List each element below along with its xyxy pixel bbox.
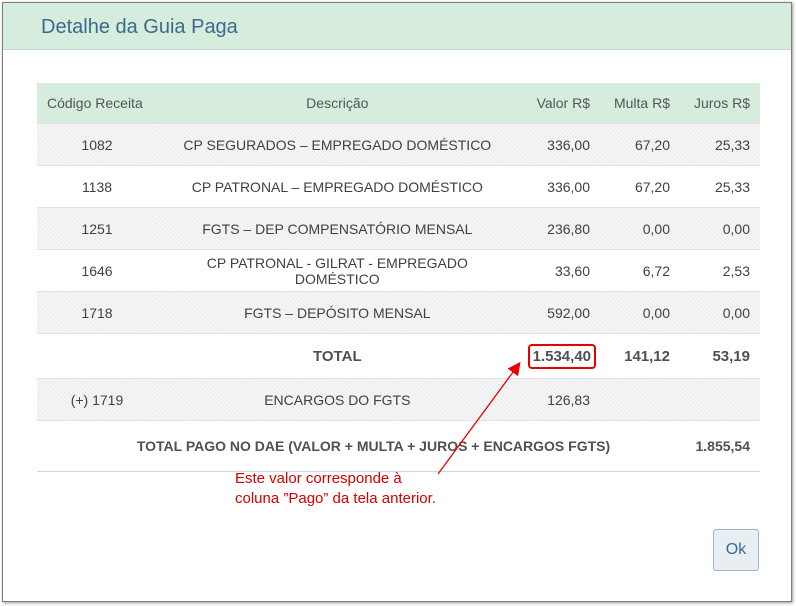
- encargos-valor: 126,83: [517, 378, 600, 421]
- cell-juros: 25,33: [680, 123, 760, 166]
- cell-multa: 67,20: [600, 165, 680, 208]
- cell-juros: 0,00: [680, 207, 760, 250]
- encargos-row: (+) 1719 ENCARGOS DO FGTS 126,83: [37, 378, 760, 421]
- cell-description: FGTS – DEP COMPENSATÓRIO MENSAL: [157, 207, 518, 250]
- dialog-title: Detalhe da Guia Paga: [41, 16, 238, 38]
- column-header-juros: Juros R$: [680, 83, 760, 124]
- table-row: 1646 CP PATRONAL - GILRAT - EMPREGADO DO…: [37, 249, 760, 292]
- cell-valor: 236,80: [517, 207, 600, 250]
- total-label: TOTAL: [157, 333, 518, 379]
- total-valor-highlight: 1.534,40: [527, 343, 596, 369]
- cell-code: 1138: [37, 165, 157, 208]
- table-row: 1251 FGTS – DEP COMPENSATÓRIO MENSAL 236…: [37, 207, 760, 250]
- cell-description: CP SEGURADOS – EMPREGADO DOMÉSTICO: [157, 123, 518, 166]
- final-total-value: 1.855,54: [680, 420, 760, 472]
- cell-juros: 0,00: [680, 291, 760, 334]
- column-header-description: Descrição: [157, 83, 518, 124]
- cell-description: CP PATRONAL – EMPREGADO DOMÉSTICO: [157, 165, 518, 208]
- annotation-note: Este valor corresponde à coluna ”Pago” d…: [235, 469, 436, 509]
- cell-code: 1646: [37, 249, 157, 292]
- column-header-multa: Multa R$: [600, 83, 680, 124]
- table-header-row: Código Receita Descrição Valor R$ Multa …: [37, 83, 760, 124]
- cell-valor: 33,60: [517, 249, 600, 292]
- cell-code: 1082: [37, 123, 157, 166]
- final-total-label: TOTAL PAGO NO DAE (VALOR + MULTA + JUROS…: [37, 420, 680, 472]
- cell-code: 1718: [37, 291, 157, 334]
- annotation-line-2: coluna ”Pago” da tela anterior.: [235, 490, 436, 507]
- total-multa: 141,12: [600, 333, 680, 379]
- ok-button[interactable]: Ok: [713, 529, 759, 571]
- column-header-valor: Valor R$: [517, 83, 600, 124]
- cell-valor: 336,00: [517, 165, 600, 208]
- cell-multa: 67,20: [600, 123, 680, 166]
- cell-code: 1251: [37, 207, 157, 250]
- encargos-code: (+) 1719: [37, 378, 157, 421]
- cell-juros: 2,53: [680, 249, 760, 292]
- dialog-header: Detalhe da Guia Paga: [3, 3, 791, 50]
- table-row: 1082 CP SEGURADOS – EMPREGADO DOMÉSTICO …: [37, 123, 760, 166]
- cell-description: FGTS – DEPÓSITO MENSAL: [157, 291, 518, 334]
- total-row: TOTAL 1.534,40 141,12 53,19: [37, 333, 760, 379]
- cell-valor: 592,00: [517, 291, 600, 334]
- cell-juros: 25,33: [680, 165, 760, 208]
- table-row: 1718 FGTS – DEPÓSITO MENSAL 592,00 0,00 …: [37, 291, 760, 334]
- payment-detail-table: Código Receita Descrição Valor R$ Multa …: [37, 83, 760, 472]
- cell-valor: 336,00: [517, 123, 600, 166]
- final-total-row: TOTAL PAGO NO DAE (VALOR + MULTA + JUROS…: [37, 420, 760, 472]
- encargos-description: ENCARGOS DO FGTS: [157, 378, 518, 421]
- cell-description: CP PATRONAL - GILRAT - EMPREGADO DOMÉSTI…: [157, 249, 518, 292]
- column-header-code: Código Receita: [37, 83, 157, 124]
- annotation-line-1: Este valor corresponde à: [235, 470, 402, 487]
- cell-multa: 0,00: [600, 291, 680, 334]
- table-row: 1138 CP PATRONAL – EMPREGADO DOMÉSTICO 3…: [37, 165, 760, 208]
- detail-dialog: Detalhe da Guia Paga Código Receita Desc…: [2, 2, 792, 602]
- cell-multa: 6,72: [600, 249, 680, 292]
- cell-multa: 0,00: [600, 207, 680, 250]
- total-juros: 53,19: [680, 333, 760, 379]
